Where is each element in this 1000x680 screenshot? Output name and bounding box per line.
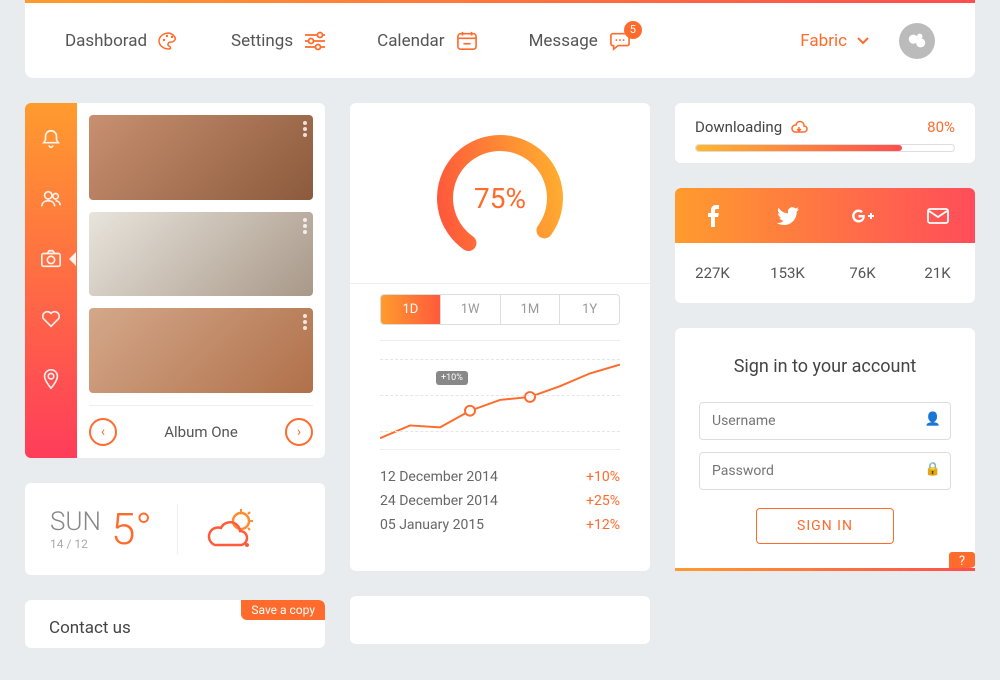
tab-1w[interactable]: 1W bbox=[441, 295, 501, 324]
album-body: ‹ Album One › bbox=[77, 103, 325, 458]
nav-brand[interactable]: Fabric bbox=[800, 31, 869, 51]
nav-settings-label: Settings bbox=[231, 31, 293, 51]
chart-annotation: +10% bbox=[436, 371, 468, 385]
users-icon[interactable] bbox=[40, 188, 62, 210]
tab-1y[interactable]: 1Y bbox=[560, 295, 619, 324]
album-image-1[interactable] bbox=[89, 115, 313, 200]
album-next-button[interactable]: › bbox=[285, 418, 313, 446]
mail-icon[interactable] bbox=[900, 188, 975, 243]
album-title: Album One bbox=[164, 423, 238, 441]
download-label: Downloading bbox=[695, 118, 782, 136]
heart-icon[interactable] bbox=[40, 308, 62, 330]
lock-icon: 🔒 bbox=[925, 462, 941, 477]
contact-card: Save a copy Contact us bbox=[25, 600, 325, 648]
album-footer: ‹ Album One › bbox=[89, 405, 313, 458]
weather-card: SUN 14 / 12 5° bbox=[25, 483, 325, 575]
avatar-icon bbox=[906, 30, 928, 52]
progress-ring: 75% bbox=[430, 128, 570, 268]
nav-calendar-label: Calendar bbox=[377, 31, 444, 51]
calendar-icon bbox=[455, 31, 479, 51]
sliders-icon bbox=[303, 31, 327, 51]
location-icon[interactable] bbox=[40, 368, 62, 390]
help-badge[interactable]: ? bbox=[949, 552, 975, 571]
history-row: 12 December 2014+10% bbox=[380, 465, 620, 489]
brand-label: Fabric bbox=[800, 31, 847, 51]
message-badge: 5 bbox=[624, 21, 642, 39]
password-input[interactable] bbox=[699, 452, 951, 490]
progress-percent: 75% bbox=[430, 128, 570, 268]
nav-calendar[interactable]: Calendar bbox=[377, 31, 478, 51]
nav-dashboard[interactable]: Dashborad bbox=[65, 31, 181, 51]
camera-icon[interactable] bbox=[40, 248, 62, 270]
weather-cloud-sun-icon bbox=[203, 507, 258, 552]
line-chart: +10% bbox=[380, 340, 620, 450]
bell-icon[interactable] bbox=[40, 128, 62, 150]
twitter-icon[interactable] bbox=[750, 188, 825, 243]
bottom-card bbox=[350, 596, 650, 644]
nav-settings[interactable]: Settings bbox=[231, 31, 327, 51]
top-nav: Dashborad Settings Calendar Message 5 Fa… bbox=[25, 0, 975, 78]
album-card: ‹ Album One › bbox=[25, 103, 325, 458]
album-image-3[interactable] bbox=[89, 308, 313, 393]
weather-day: SUN bbox=[50, 507, 101, 537]
weather-date: 14 / 12 bbox=[50, 537, 101, 551]
contact-title: Contact us bbox=[49, 618, 301, 638]
nav-message[interactable]: Message 5 bbox=[529, 31, 632, 51]
username-input[interactable] bbox=[699, 402, 951, 440]
history-row: 05 January 2015+12% bbox=[380, 513, 620, 537]
nav-dashboard-label: Dashborad bbox=[65, 31, 147, 51]
nav-message-label: Message bbox=[529, 31, 598, 51]
download-progress bbox=[695, 144, 955, 152]
twitter-count: 153K bbox=[750, 243, 825, 303]
mail-count: 21K bbox=[900, 243, 975, 303]
save-copy-badge[interactable]: Save a copy bbox=[241, 600, 325, 620]
weather-temp: 5° bbox=[111, 507, 152, 551]
facebook-icon[interactable] bbox=[675, 188, 750, 243]
google-count: 76K bbox=[825, 243, 900, 303]
avatar[interactable] bbox=[899, 23, 935, 59]
album-prev-button[interactable]: ‹ bbox=[89, 418, 117, 446]
history-row: 24 December 2014+25% bbox=[380, 489, 620, 513]
download-card: Downloading 80% bbox=[675, 103, 975, 163]
facebook-count: 227K bbox=[675, 243, 750, 303]
user-icon: 👤 bbox=[925, 412, 941, 427]
google-plus-icon[interactable] bbox=[825, 188, 900, 243]
signin-button[interactable]: SIGN IN bbox=[756, 508, 894, 544]
timeframe-tabs: 1D 1W 1M 1Y bbox=[380, 294, 620, 325]
cloud-download-icon bbox=[790, 120, 808, 134]
progress-card: 75% 1D 1W 1M 1Y +10% 12 December 2014+10… bbox=[350, 103, 650, 571]
chevron-down-icon bbox=[857, 37, 869, 45]
download-percent: 80% bbox=[927, 118, 955, 136]
signin-title: Sign in to your account bbox=[699, 356, 951, 377]
palette-icon bbox=[157, 31, 181, 51]
tab-1d[interactable]: 1D bbox=[381, 295, 441, 324]
album-image-2[interactable] bbox=[89, 212, 313, 297]
social-card: 227K 153K 76K 21K bbox=[675, 188, 975, 303]
history-list: 12 December 2014+10% 24 December 2014+25… bbox=[350, 465, 650, 557]
album-sidebar bbox=[25, 103, 77, 458]
tab-1m[interactable]: 1M bbox=[501, 295, 561, 324]
signin-card: Sign in to your account 👤 🔒 SIGN IN ? bbox=[675, 328, 975, 571]
